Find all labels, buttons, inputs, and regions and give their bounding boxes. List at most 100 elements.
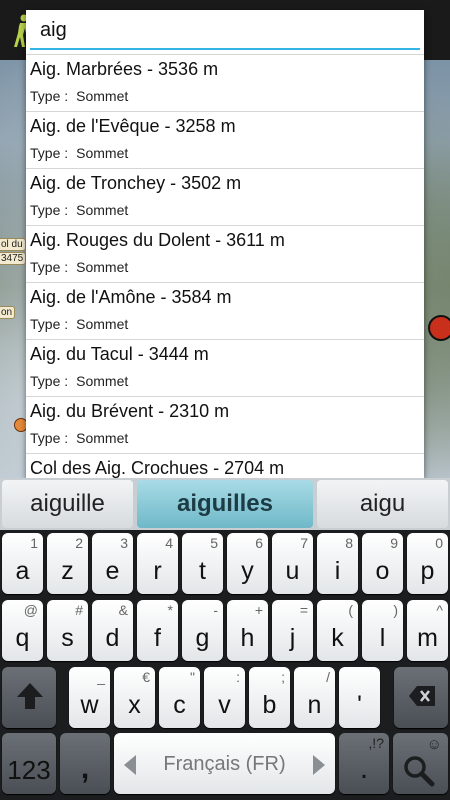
key-a[interactable]: 1a xyxy=(2,533,43,594)
period-key[interactable]: ,!? . xyxy=(339,733,389,794)
key-hint: @ xyxy=(23,602,38,618)
suggestion-aiguilles[interactable]: aiguilles xyxy=(137,480,313,528)
key-label: n xyxy=(307,691,322,719)
key-b[interactable]: ; b xyxy=(249,667,290,728)
key-hint: ; xyxy=(281,669,285,685)
result-type: Type : Sommet xyxy=(30,430,128,446)
shift-key[interactable] xyxy=(2,667,56,728)
result-type-value: Sommet xyxy=(76,373,129,389)
suggestion-aigu[interactable]: aigu xyxy=(317,480,448,528)
backspace-icon xyxy=(409,686,435,706)
result-type-value: Sommet xyxy=(76,430,129,446)
key-s[interactable]: # s xyxy=(47,600,88,661)
map-label: on xyxy=(0,306,16,319)
list-item[interactable]: Aig. du Brévent - 2310 m Type : Sommet xyxy=(26,396,424,453)
key-label: g xyxy=(195,624,210,652)
key-label: p xyxy=(420,557,435,585)
key-hint: 1 xyxy=(30,535,38,551)
map-marker-badge[interactable] xyxy=(428,315,450,341)
key-hint: 5 xyxy=(210,535,218,551)
symbols-key[interactable]: 123 xyxy=(2,733,56,794)
key-label: d xyxy=(105,624,120,652)
key-g[interactable]: -g xyxy=(182,600,223,661)
key-hint: 7 xyxy=(300,535,308,551)
key-t[interactable]: 5t xyxy=(182,533,223,594)
key-label: l xyxy=(379,624,386,652)
key-hint: 3 xyxy=(120,535,128,551)
search-icon xyxy=(404,756,435,787)
result-type-value: Sommet xyxy=(76,145,129,161)
key-label: t xyxy=(199,557,206,585)
list-item[interactable]: Aig. du Tacul - 3444 m Type : Sommet xyxy=(26,339,424,396)
result-title: Aig. de l'Amône - 3584 m xyxy=(30,287,232,307)
result-type: Type : Sommet xyxy=(30,145,128,161)
key-y[interactable]: 6y xyxy=(227,533,268,594)
list-item[interactable]: Col des Aig. Crochues - 2704 m xyxy=(26,453,424,478)
key-label: q xyxy=(15,624,30,652)
key-apostrophe[interactable]: ' xyxy=(339,667,380,728)
soft-keyboard: ••• aiguille aiguilles aigu 1a2z3e4r5t6y… xyxy=(0,478,450,800)
list-item[interactable]: Aig. Rouges du Dolent - 3611 m Type : Somm… xyxy=(26,225,424,282)
comma-key[interactable]: , xyxy=(60,733,110,794)
key-label: h xyxy=(240,624,255,652)
result-title: Aig. du Brévent - 2310 m xyxy=(30,401,230,421)
language-next-icon xyxy=(313,755,325,775)
shift-arrow-icon xyxy=(17,683,43,709)
key-hint: : xyxy=(236,669,240,685)
key-l[interactable]: ) l xyxy=(362,600,403,661)
period-key-hint: ,!? xyxy=(368,735,384,751)
list-item[interactable]: Aig. de Tronchey - 3502 m Type : Sommet xyxy=(26,168,424,225)
key-label: k xyxy=(331,624,344,652)
key-c[interactable]: " c xyxy=(159,667,200,728)
key-hint: 9 xyxy=(390,535,398,551)
key-hint: _ xyxy=(97,669,105,685)
result-type: Type : Sommet xyxy=(30,202,128,218)
symbols-key-label: 123 xyxy=(7,755,51,785)
result-title: Col des Aig. Crochues - 2704 m xyxy=(30,458,285,478)
key-hint: " xyxy=(190,669,195,685)
result-type-value: Sommet xyxy=(76,259,129,275)
key-d[interactable]: & d xyxy=(92,600,133,661)
key-hint: 8 xyxy=(345,535,353,551)
key-h[interactable]: + h xyxy=(227,600,268,661)
result-type-label: Type : xyxy=(30,145,69,161)
key-label: c xyxy=(173,691,186,719)
key-hint: ( xyxy=(348,602,353,618)
backspace-key[interactable] xyxy=(394,667,448,728)
key-u[interactable]: 7u xyxy=(272,533,313,594)
space-key[interactable]: Français (FR) xyxy=(114,733,335,794)
key-label: f xyxy=(154,624,161,652)
key-j[interactable]: = j xyxy=(272,600,313,661)
result-type-label: Type : xyxy=(30,430,69,446)
key-hint: € xyxy=(142,669,150,685)
list-item[interactable]: Aig. Marbrées - 3536 m Type : Sommet xyxy=(26,54,424,111)
key-f[interactable]: * f xyxy=(137,600,178,661)
results-list: Aig. Marbrées - 3536 m Type : Sommet Aig. d… xyxy=(26,54,424,478)
key-n[interactable]: / n xyxy=(294,667,335,728)
key-v[interactable]: :v xyxy=(204,667,245,728)
list-item[interactable]: Aig. de l'Amône - 3584 m Type : Sommet xyxy=(26,282,424,339)
key-q[interactable]: @ q xyxy=(2,600,43,661)
key-e[interactable]: 3e xyxy=(92,533,133,594)
key-label: ' xyxy=(357,691,362,719)
space-key-label: Français (FR) xyxy=(163,753,286,775)
key-x[interactable]: € x xyxy=(114,667,155,728)
key-hint: * xyxy=(167,602,173,618)
search-input[interactable] xyxy=(32,10,418,50)
key-label: i xyxy=(334,557,341,585)
search-key[interactable]: ☺ xyxy=(393,733,448,794)
key-i[interactable]: 8i xyxy=(317,533,358,594)
key-hint: / xyxy=(326,669,330,685)
key-w[interactable]: _ w xyxy=(69,667,110,728)
key-hint: 2 xyxy=(75,535,83,551)
key-k[interactable]: (k xyxy=(317,600,358,661)
search-row xyxy=(26,10,424,54)
list-item[interactable]: Aig. de l'Evêque - 3258 m Type : Sommet xyxy=(26,111,424,168)
suggestion-aiguille[interactable]: aiguille xyxy=(2,480,133,528)
key-o[interactable]: 9o xyxy=(362,533,403,594)
key-z[interactable]: 2z xyxy=(47,533,88,594)
key-r[interactable]: 4r xyxy=(137,533,178,594)
key-p[interactable]: 0p xyxy=(407,533,448,594)
key-label: w xyxy=(80,691,99,719)
key-m[interactable]: ^ m xyxy=(407,600,448,661)
